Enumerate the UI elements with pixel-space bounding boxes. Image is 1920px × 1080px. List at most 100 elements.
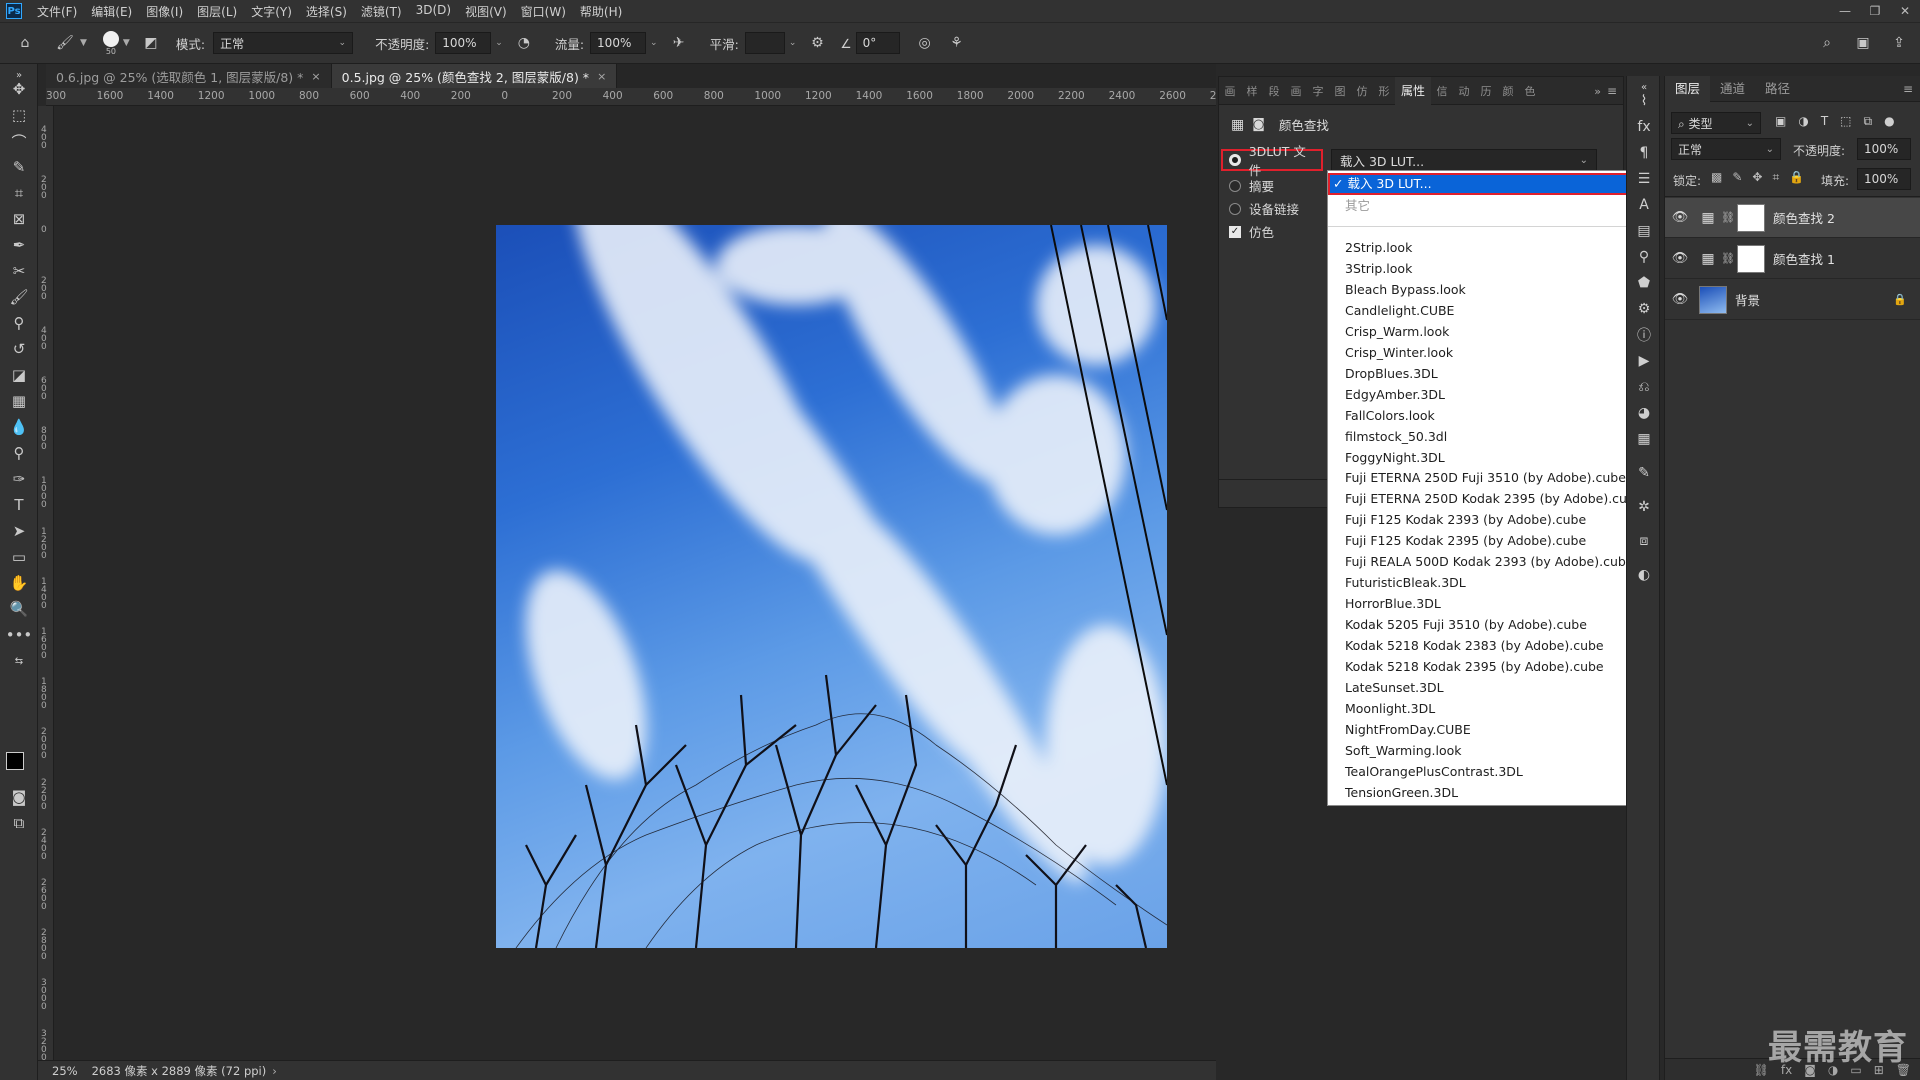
lut-option[interactable]: NightFromDay.CUBE — [1328, 719, 1632, 740]
menu-item[interactable]: 文件(F) — [30, 3, 84, 20]
marquee-tool-icon[interactable]: ⬚ — [8, 104, 30, 126]
checkbox-dither[interactable]: ✓ 仿色 — [1229, 222, 1274, 241]
menu-item[interactable]: 图层(L) — [190, 3, 244, 20]
layer-row-color-lookup-2[interactable]: 👁 ▦ ⛓ 颜色查找 2 — [1665, 198, 1920, 238]
properties-tab[interactable]: 画 — [1285, 83, 1307, 99]
navigator-icon[interactable]: ✲ — [1633, 496, 1655, 518]
zoom-tool-icon[interactable]: 🔍 — [8, 598, 30, 620]
document-image[interactable] — [496, 225, 1167, 948]
properties-tab[interactable]: 图 — [1329, 83, 1351, 99]
properties-tab[interactable]: 字 — [1307, 83, 1329, 99]
menu-item[interactable]: 文字(Y) — [244, 3, 299, 20]
filter-toggle-icon[interactable]: ● — [1884, 114, 1894, 129]
visibility-eye-icon[interactable]: 👁 — [1665, 210, 1695, 225]
lasso-tool-icon[interactable]: ⌒ — [8, 130, 30, 152]
crop-tool-icon[interactable]: ⌗ — [8, 182, 30, 204]
layer-mask-thumbnail[interactable] — [1737, 244, 1765, 273]
mode-select[interactable]: 正常 ⌄ — [213, 32, 354, 54]
shape-tool-icon[interactable]: ▭ — [8, 546, 30, 568]
blend-mode-select[interactable]: 正常 ⌄ — [1671, 138, 1781, 160]
lut-option[interactable]: Bleach Bypass.look — [1328, 279, 1632, 300]
libraries-icon[interactable]: ⧈ — [1633, 530, 1655, 552]
brush-settings-icon[interactable]: ⌇ — [1633, 90, 1655, 112]
brush-caret[interactable]: ▼ — [123, 38, 130, 48]
lut-option[interactable]: Fuji ETERNA 250D Kodak 2395 (by Adobe).c… — [1328, 488, 1643, 509]
lut-option[interactable]: Fuji F125 Kodak 2393 (by Adobe).cube — [1328, 509, 1632, 530]
visibility-eye-icon[interactable]: 👁 — [1665, 292, 1695, 307]
adjustments-icon[interactable]: ☰ — [1633, 168, 1655, 190]
lut-option[interactable]: Soft_Warming.look — [1328, 740, 1632, 761]
smart-object-filter-icon[interactable]: ⧉ — [1864, 114, 1873, 129]
pressure-opacity-icon[interactable]: ◔ — [513, 32, 535, 54]
tab-layers[interactable]: 图层 — [1665, 75, 1711, 102]
airbrush-icon[interactable]: ✈ — [668, 32, 690, 54]
pen-tool-icon[interactable]: ✑ — [8, 468, 30, 490]
layer-mask-thumbnail[interactable] — [1737, 203, 1765, 232]
stamp-tool-icon[interactable]: ⚲ — [8, 312, 30, 334]
shapes-icon[interactable]: ⬟ — [1633, 272, 1655, 294]
lut-option[interactable]: 2Strip.look — [1328, 237, 1632, 258]
share-icon[interactable]: ⇪ — [1888, 32, 1910, 54]
flow-caret[interactable]: ⌄ — [650, 38, 658, 48]
lut-option[interactable]: TealOrangePlusContrast.3DL — [1328, 761, 1632, 782]
lut-option[interactable]: Kodak 5218 Kodak 2383 (by Adobe).cube — [1328, 635, 1632, 656]
opacity-input[interactable]: 100% — [435, 32, 492, 54]
quick-mask-icon[interactable]: ◙ — [8, 786, 30, 808]
lock-artboard-icon[interactable]: ⌗ — [1772, 170, 1779, 185]
smooth-input[interactable] — [744, 32, 785, 54]
lut-option[interactable]: Crisp_Winter.look — [1328, 342, 1632, 363]
dodge-tool-icon[interactable]: ⚲ — [8, 442, 30, 464]
brush-tool-icon[interactable]: 🖌 — [8, 286, 30, 308]
chevron-right-icon[interactable]: › — [272, 1064, 277, 1078]
fill-input[interactable]: 100% — [1857, 168, 1911, 190]
screen-mode-icon[interactable]: ⧉ — [8, 812, 30, 834]
styles-icon[interactable]: fx — [1633, 116, 1655, 138]
radio-3dlut-file[interactable]: 3DLUT 文件 — [1221, 144, 1323, 178]
menu-item[interactable]: 编辑(E) — [84, 3, 139, 20]
type-tool-icon[interactable]: T — [8, 494, 30, 516]
pressure-size-icon[interactable]: ◎ — [914, 32, 936, 54]
eraser-tool-icon[interactable]: ◪ — [8, 364, 30, 386]
lut-option[interactable]: 3Strip.look — [1328, 258, 1632, 279]
properties-tab[interactable]: 颜 — [1497, 83, 1519, 99]
lut-option[interactable]: Fuji REALA 500D Kodak 2393 (by Adobe).cu… — [1328, 551, 1634, 572]
brush-settings-icon[interactable]: ◩ — [140, 32, 162, 54]
menu-item[interactable]: 帮助(H) — [573, 3, 629, 20]
minimize-icon[interactable]: — — [1830, 0, 1860, 22]
radio-device-link[interactable]: 设备链接 — [1229, 199, 1299, 218]
path-select-tool-icon[interactable]: ➤ — [8, 520, 30, 542]
tab-paths[interactable]: 路径 — [1755, 76, 1800, 102]
properties-tab[interactable]: 属性 — [1395, 76, 1431, 105]
properties-tab[interactable]: 仿 — [1351, 83, 1373, 99]
tab-document-1[interactable]: 0.6.jpg @ 25% (选取颜色 1, 图层蒙版/8) * × — [46, 64, 332, 88]
menu-item[interactable]: 视图(V) — [458, 3, 514, 20]
menu-item[interactable]: 选择(S) — [299, 3, 354, 20]
close-icon[interactable]: × — [311, 70, 320, 83]
swap-colors-icon[interactable]: ⇆ — [8, 650, 30, 672]
menu-item[interactable]: 窗口(W) — [514, 3, 573, 20]
opacity-caret[interactable]: ⌄ — [495, 38, 503, 48]
lut-option[interactable]: DropBlues.3DL — [1328, 363, 1632, 384]
clone-source-icon[interactable]: ⚲ — [1633, 246, 1655, 268]
swatches-icon[interactable]: ▦ — [1633, 428, 1655, 450]
tab-channels[interactable]: 通道 — [1710, 76, 1755, 102]
visibility-eye-icon[interactable]: 👁 — [1665, 251, 1695, 266]
properties-tab[interactable]: 色 — [1519, 83, 1541, 99]
layer-name[interactable]: 颜色查找 2 — [1773, 208, 1835, 227]
lut-option[interactable]: Kodak 5205 Fuji 3510 (by Adobe).cube — [1328, 614, 1632, 635]
gradient-tool-icon[interactable]: ▦ — [8, 390, 30, 412]
layer-filter-select[interactable]: ⌕ 类型 ⌄ — [1671, 112, 1761, 134]
hand-tool-icon[interactable]: ✋ — [8, 572, 30, 594]
restore-icon[interactable]: ❐ — [1860, 0, 1890, 22]
properties-tab[interactable]: 样 — [1241, 83, 1263, 99]
lut-option[interactable]: LateSunset.3DL — [1328, 677, 1632, 698]
lut-file-select[interactable]: 载入 3D LUT... ⌄ — [1331, 149, 1597, 171]
lock-paint-icon[interactable]: ✎ — [1732, 170, 1742, 185]
properties-tab[interactable]: 动 — [1453, 83, 1475, 99]
pixel-filter-icon[interactable]: ▣ — [1775, 114, 1786, 129]
properties-tab[interactable]: 段 — [1263, 83, 1285, 99]
layer-name[interactable]: 颜色查找 1 — [1773, 249, 1835, 268]
lut-option[interactable]: HorrorBlue.3DL — [1328, 593, 1632, 614]
paragraph-icon[interactable]: ¶ — [1633, 142, 1655, 164]
move-tool-icon[interactable]: ✥ — [8, 78, 30, 100]
